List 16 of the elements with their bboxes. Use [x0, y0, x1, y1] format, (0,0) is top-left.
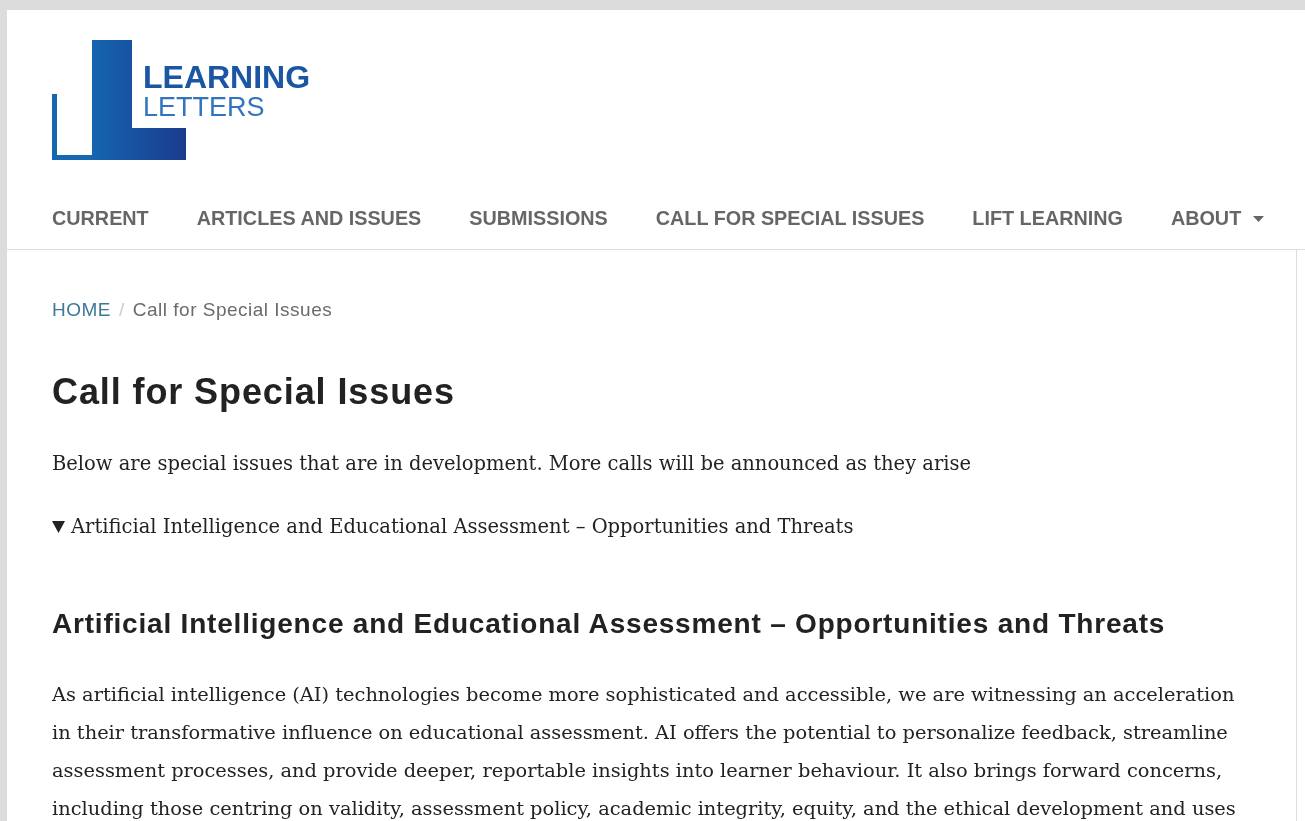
breadcrumb-current: Call for Special Issues [132, 298, 333, 322]
section-heading: Artificial Intelligence and Educational Assessment – Opportunities and Threats [52, 608, 1167, 640]
nav-link[interactable]: ABOUT [1170, 206, 1265, 231]
intro-text: Below are special issues that are in development. More calls will be announced as they arise [52, 451, 973, 477]
logo-title: LEARNING [143, 62, 311, 92]
nav-link[interactable]: CURRENT [52, 206, 149, 231]
breadcrumb-separator: / [119, 298, 125, 322]
breadcrumb-link[interactable]: HOME [52, 298, 111, 322]
nav-link[interactable]: LIFT LEARNING [972, 206, 1123, 231]
logo-subtitle: LETTERS [143, 92, 266, 122]
page-title: Call for Special Issues [52, 372, 456, 412]
nav-link[interactable]: CALL FOR SPECIAL ISSUES [655, 206, 925, 231]
nav-link[interactable]: SUBMISSIONS [469, 206, 608, 231]
disclosure-summary[interactable]: Artificial Intelligence and Educational Assessment – Opportunities and Threats [52, 513, 1251, 541]
section-paragraph: As artificial intelligence (AI) technologies become more sophisticated and accessible, we are witnessing an acceleration in their transformative influence on educational assessment. AI offers the potential to personalize feedback, streamline assessment processes, and provide deeper, reportable insights into learner behaviour. It also brings forward concerns, including those centring on validity, assessment policy, academic integrity, equity, and the ethical development and uses [52, 682, 1237, 821]
nav-link[interactable]: ARTICLES AND ISSUES [196, 206, 422, 231]
